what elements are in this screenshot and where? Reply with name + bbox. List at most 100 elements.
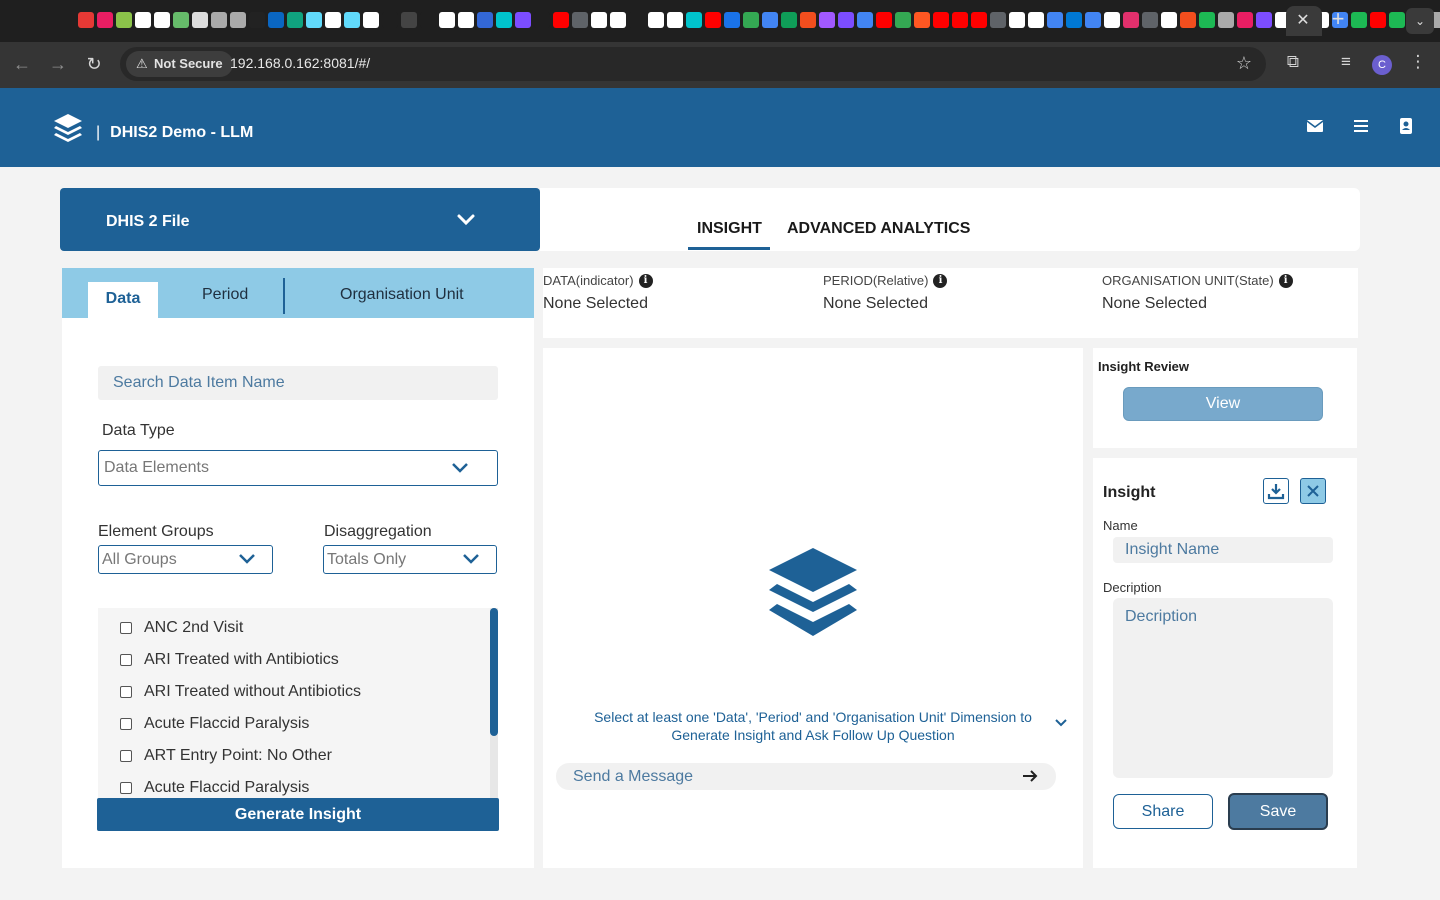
generate-insight-button[interactable]: Generate Insight (97, 798, 499, 831)
disaggregation-label: Disaggregation (324, 523, 432, 540)
extensions-icon[interactable]: ⧉ (1281, 52, 1305, 72)
list-item-label: ART Entry Point: No Other (144, 747, 332, 764)
browser-tabstrip: ✕ + ⌄ (0, 0, 1440, 42)
tab-data[interactable]: Data (88, 282, 158, 318)
list-item[interactable]: Acute Flaccid Paralysis (120, 778, 309, 798)
disaggregation-select[interactable]: Totals Only (323, 545, 497, 574)
app-header: | DHIS2 Demo - LLM (0, 88, 1440, 167)
reload-icon[interactable]: ↻ (82, 52, 106, 76)
checkbox[interactable] (120, 782, 132, 794)
tab-divider (283, 278, 285, 314)
browser-menu-icon[interactable]: ⋮ (1406, 52, 1430, 72)
checkbox[interactable] (120, 718, 132, 730)
insight-name-input[interactable] (1113, 537, 1333, 563)
dimension-panel: Data Period Organisation Unit Data Type … (62, 268, 534, 868)
warning-icon: ⚠ (136, 56, 148, 71)
insight-title: Insight (1103, 484, 1156, 501)
data-dimension-label: DATA(indicator) i (543, 273, 653, 288)
pinned-tabs[interactable] (78, 12, 1440, 28)
security-chip[interactable]: ⚠ Not Secure (126, 51, 233, 77)
element-groups-select[interactable]: All Groups (98, 545, 273, 574)
insight-review-panel: Insight Review View (1093, 348, 1357, 448)
tab-search-button[interactable]: ⌄ (1406, 8, 1434, 34)
app-title: | DHIS2 Demo - LLM (96, 124, 254, 141)
element-groups-label: Element Groups (98, 523, 214, 540)
envelope-icon[interactable] (1305, 116, 1325, 136)
tab-organisation-unit[interactable]: Organisation Unit (340, 286, 464, 304)
org-unit-dimension-label: ORGANISATION UNIT(State) i (1102, 273, 1293, 288)
instruction-line: Select at least one 'Data', 'Period' and… (594, 709, 1032, 725)
instruction-text: Select at least one 'Data', 'Period' and… (563, 708, 1063, 744)
message-box (556, 763, 1056, 790)
data-item-list: ANC 2nd Visit ARI Treated with Antibioti… (98, 608, 498, 798)
app-title-text: DHIS2 Demo - LLM (110, 124, 254, 141)
close-tab-icon[interactable]: ✕ (1293, 10, 1313, 30)
description-label: Decription (1103, 580, 1162, 595)
close-button[interactable] (1300, 478, 1326, 504)
period-dimension-title: PERIOD(Relative) (823, 273, 929, 288)
instruction-line: Generate Insight and Ask Follow Up Quest… (671, 727, 955, 743)
chat-panel: Select at least one 'Data', 'Period' and… (543, 348, 1083, 868)
search-data-item-input[interactable] (98, 366, 498, 400)
active-tab-indicator (688, 247, 770, 250)
info-icon[interactable]: i (933, 273, 948, 288)
data-type-select[interactable]: Data Elements (98, 450, 498, 486)
checkbox[interactable] (120, 750, 132, 762)
dimension-tabs: Data Period Organisation Unit (62, 268, 534, 318)
forward-icon[interactable]: → (46, 52, 70, 76)
list-item-label: Acute Flaccid Paralysis (144, 715, 310, 732)
scrollbar-thumb[interactable] (490, 608, 498, 736)
selected-dimensions: DATA(indicator) i None Selected PERIOD(R… (543, 268, 1358, 338)
disaggregation-value: Totals Only (327, 551, 407, 568)
media-icon[interactable]: ≡ (1334, 52, 1358, 72)
download-button[interactable] (1263, 478, 1289, 504)
bookmark-star-icon[interactable]: ☆ (1236, 53, 1252, 74)
security-label: Not Secure (154, 56, 223, 71)
list-item-label: ANC 2nd Visit (144, 619, 244, 636)
view-button[interactable]: View (1123, 387, 1323, 421)
info-icon[interactable]: i (638, 273, 653, 288)
profile-avatar[interactable]: C (1372, 55, 1392, 75)
browser-toolbar: ← → ↻ ⚠ Not Secure 192.168.0.162:8081/#/… (0, 42, 1440, 88)
tab-insight[interactable]: INSIGHT (697, 220, 762, 238)
share-button[interactable]: Share (1113, 794, 1213, 829)
url-text[interactable]: 192.168.0.162:8081/#/ (230, 55, 370, 71)
list-item[interactable]: ART Entry Point: No Other (120, 746, 332, 766)
insight-review-title: Insight Review (1098, 359, 1190, 374)
tab-advanced-analytics[interactable]: ADVANCED ANALYTICS (787, 220, 970, 238)
insight-form: Insight Name Decription Share Save (1093, 458, 1357, 868)
list-item-label: Acute Flaccid Paralysis (144, 779, 310, 796)
list-item-label: ARI Treated with Antibiotics (144, 651, 339, 668)
new-tab-button[interactable]: + (1328, 6, 1348, 32)
contact-card-icon[interactable] (1396, 116, 1416, 136)
save-button[interactable]: Save (1228, 793, 1328, 830)
tab-period[interactable]: Period (202, 286, 248, 304)
chevron-down-icon[interactable] (1055, 718, 1067, 728)
hamburger-menu-icon[interactable] (1351, 116, 1371, 136)
info-icon[interactable]: i (1278, 273, 1293, 288)
chevron-down-icon (452, 463, 468, 473)
list-item[interactable]: ANC 2nd Visit (120, 618, 243, 638)
list-item[interactable]: ARI Treated without Antibiotics (120, 682, 361, 702)
description-input[interactable] (1113, 598, 1333, 778)
chevron-down-icon (463, 554, 479, 564)
list-item[interactable]: ARI Treated with Antibiotics (120, 650, 339, 670)
chevron-down-icon[interactable] (456, 210, 476, 230)
name-label: Name (1103, 518, 1138, 533)
element-groups-value: All Groups (102, 551, 177, 568)
chevron-down-icon (239, 554, 255, 564)
list-item[interactable]: Acute Flaccid Paralysis (120, 714, 309, 734)
checkbox[interactable] (120, 622, 132, 634)
org-unit-dimension-title: ORGANISATION UNIT(State) (1102, 273, 1274, 288)
period-dimension-label: PERIOD(Relative) i (823, 273, 948, 288)
back-icon[interactable]: ← (10, 52, 34, 76)
checkbox[interactable] (120, 686, 132, 698)
send-arrow-icon[interactable] (1022, 768, 1038, 784)
file-selector[interactable]: DHIS 2 File (60, 188, 540, 251)
checkbox[interactable] (120, 654, 132, 666)
message-input[interactable] (556, 763, 1016, 790)
address-bar[interactable]: ⚠ Not Secure 192.168.0.162:8081/#/ ☆ (120, 47, 1266, 81)
data-type-value: Data Elements (104, 459, 209, 476)
data-dimension-value: None Selected (543, 295, 648, 312)
layers-logo-icon[interactable] (52, 112, 84, 144)
